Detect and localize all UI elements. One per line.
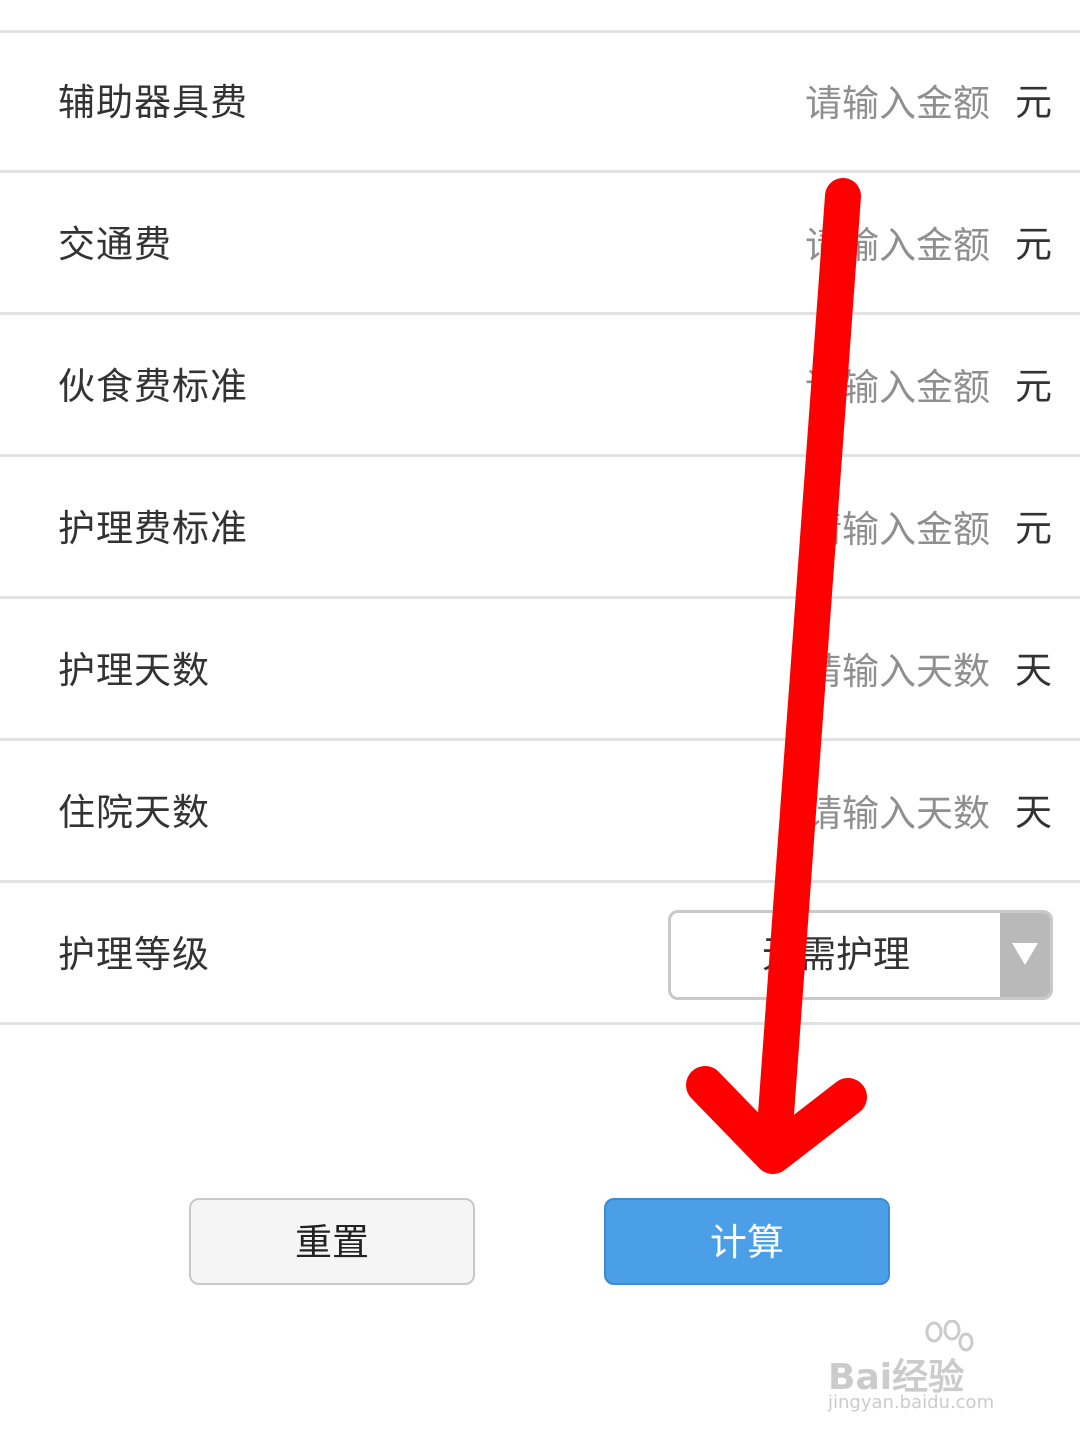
transport-fee-input[interactable] — [590, 210, 990, 280]
row-label: 辅助器具费 — [58, 81, 248, 124]
hospital-days-input[interactable] — [590, 778, 990, 848]
row-hospital-days: 住院天数 天 — [0, 743, 1080, 883]
calculate-button[interactable]: 计算 — [604, 1198, 890, 1285]
row-label: 伙食费标准 — [58, 365, 248, 408]
assistive-device-fee-input[interactable] — [590, 68, 990, 138]
unit-label: 元 — [1015, 507, 1052, 550]
watermark-url: jingyan.baidu.com — [828, 1392, 995, 1413]
care-level-selected-value: 无需护理 — [762, 933, 910, 976]
row-label: 住院天数 — [58, 791, 210, 834]
row-label: 护理费标准 — [58, 507, 248, 550]
unit-label: 元 — [1015, 365, 1052, 408]
row-label: 护理等级 — [58, 933, 210, 976]
unit-label: 天 — [1015, 649, 1052, 692]
row-transport-fee: 交通费 元 — [0, 175, 1080, 315]
row-nursing-days: 护理天数 天 — [0, 601, 1080, 741]
nursing-days-input[interactable] — [590, 636, 990, 706]
arrow-head — [686, 1066, 867, 1174]
unit-label: 天 — [1015, 791, 1052, 834]
row-care-level: 护理等级 无需护理 — [0, 885, 1080, 1025]
meal-fee-standard-input[interactable] — [590, 352, 990, 422]
triangle-down-icon — [1012, 943, 1038, 965]
care-level-select[interactable]: 无需护理 — [668, 910, 1053, 1000]
reset-button[interactable]: 重置 — [189, 1198, 475, 1285]
unit-label: 元 — [1015, 81, 1052, 124]
dropdown-arrow[interactable] — [1000, 913, 1050, 997]
row-meal-fee-standard: 伙食费标准 元 — [0, 317, 1080, 457]
nursing-fee-standard-input[interactable] — [590, 494, 990, 564]
row-assistive-device-fee: 辅助器具费 元 — [0, 33, 1080, 173]
row-nursing-fee-standard: 护理费标准 元 — [0, 459, 1080, 599]
baidu-jingyan-watermark: Bai经验 jingyan.baidu.com — [828, 1320, 1028, 1420]
row-label: 护理天数 — [58, 649, 210, 692]
unit-label: 元 — [1015, 223, 1052, 266]
row-label: 交通费 — [58, 223, 172, 266]
